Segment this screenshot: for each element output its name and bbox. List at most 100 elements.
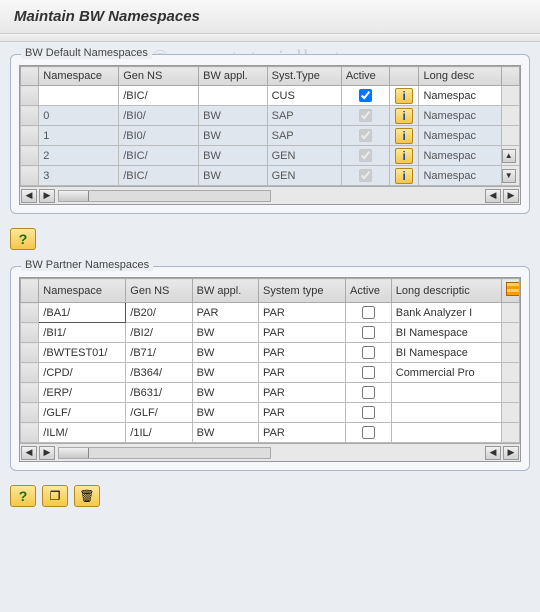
scroll-right-button-2[interactable]: ▶ xyxy=(503,446,519,460)
active-checkbox[interactable] xyxy=(362,306,375,319)
table-row[interactable]: /ERP//B631/BWPAR xyxy=(21,383,520,403)
col-namespace[interactable]: Namespace xyxy=(39,279,126,303)
info-icon[interactable]: i xyxy=(395,108,413,124)
help-button[interactable]: ? xyxy=(10,485,36,507)
info-icon[interactable]: i xyxy=(395,148,413,164)
cell-namespace[interactable]: /BWTEST01/ xyxy=(39,343,126,363)
scroll-right-button-2[interactable]: ▶ xyxy=(503,189,519,203)
cell-namespace[interactable]: /ILM/ xyxy=(39,423,126,443)
col-info[interactable] xyxy=(389,67,419,86)
active-checkbox[interactable] xyxy=(362,326,375,339)
cell-gen-ns[interactable]: /B364/ xyxy=(126,363,192,383)
active-checkbox[interactable] xyxy=(362,366,375,379)
cell-bw-appl[interactable]: BW xyxy=(192,323,258,343)
cell-info[interactable]: i xyxy=(389,86,419,106)
cell-long-desc[interactable]: Namespac xyxy=(419,166,501,186)
cell-bw-appl[interactable]: BW xyxy=(192,383,258,403)
scroll-right-button[interactable]: ▶ xyxy=(39,189,55,203)
active-checkbox[interactable] xyxy=(362,386,375,399)
cell-active[interactable] xyxy=(345,303,391,323)
cell-gen-ns[interactable]: /BIC/ xyxy=(119,146,199,166)
col-namespace[interactable]: Namespace xyxy=(39,67,119,86)
cell-syst-type[interactable]: GEN xyxy=(267,146,341,166)
cell-bw-appl[interactable]: BW xyxy=(199,166,268,186)
active-checkbox[interactable] xyxy=(359,109,372,122)
row-selector[interactable] xyxy=(21,303,39,323)
cell-long-desc[interactable]: BI Namespace xyxy=(391,323,501,343)
table-row[interactable]: 1/BI0/BWSAPiNamespac xyxy=(21,126,520,146)
table-row[interactable]: /BIC/CUS iNamespac xyxy=(21,86,520,106)
cell-system-type[interactable]: PAR xyxy=(259,303,346,323)
row-selector[interactable] xyxy=(21,86,39,106)
active-checkbox[interactable] xyxy=(362,426,375,439)
cell-info[interactable]: i xyxy=(389,126,419,146)
cell-bw-appl[interactable] xyxy=(199,86,268,106)
cell-system-type[interactable]: PAR xyxy=(259,323,346,343)
table-row[interactable]: 2/BIC/BWGENiNamespac▲ xyxy=(21,146,520,166)
scroll-thumb[interactable] xyxy=(59,191,89,201)
row-selector[interactable] xyxy=(21,323,39,343)
cell-active[interactable] xyxy=(341,166,389,186)
table-row[interactable]: /BI1//BI2/BWPARBI Namespace xyxy=(21,323,520,343)
cell-active[interactable] xyxy=(345,323,391,343)
cell-bw-appl[interactable]: BW xyxy=(192,343,258,363)
active-checkbox[interactable] xyxy=(359,149,372,162)
scroll-left-button[interactable]: ◀ xyxy=(21,446,37,460)
row-selector[interactable] xyxy=(21,106,39,126)
cell-gen-ns[interactable]: /BI0/ xyxy=(119,126,199,146)
col-long-desc[interactable]: Long desc xyxy=(419,67,501,86)
cell-gen-ns[interactable]: /BI0/ xyxy=(119,106,199,126)
cell-system-type[interactable]: PAR xyxy=(259,403,346,423)
col-gen-ns[interactable]: Gen NS xyxy=(126,279,192,303)
active-checkbox[interactable] xyxy=(359,169,372,182)
table-row[interactable]: /ILM//1IL/BWPAR xyxy=(21,423,520,443)
cell-gen-ns[interactable]: /BIC/ xyxy=(119,86,199,106)
cell-system-type[interactable]: PAR xyxy=(259,363,346,383)
delete-button[interactable]: 🗑 xyxy=(74,485,100,507)
scroll-track[interactable] xyxy=(58,190,271,202)
cell-long-desc[interactable]: Namespac xyxy=(419,86,501,106)
row-selector[interactable] xyxy=(21,146,39,166)
col-syst-type[interactable]: Syst.Type xyxy=(267,67,341,86)
cell-gen-ns[interactable]: /B71/ xyxy=(126,343,192,363)
cell-syst-type[interactable]: GEN xyxy=(267,166,341,186)
cell-long-desc[interactable]: Bank Analyzer I xyxy=(391,303,501,323)
cell-long-desc[interactable]: Commercial Pro xyxy=(391,363,501,383)
cell-system-type[interactable]: PAR xyxy=(259,383,346,403)
table-row[interactable]: 0/BI0/BWSAPiNamespac xyxy=(21,106,520,126)
row-selector[interactable] xyxy=(21,383,39,403)
row-selector[interactable] xyxy=(21,126,39,146)
active-checkbox[interactable] xyxy=(362,346,375,359)
cell-long-desc[interactable] xyxy=(391,403,501,423)
col-bw-appl[interactable]: BW appl. xyxy=(192,279,258,303)
cell-namespace[interactable]: /BA1/ xyxy=(39,303,126,323)
row-selector[interactable] xyxy=(21,423,39,443)
table-row[interactable]: /BWTEST01//B71/BWPARBI Namespace xyxy=(21,343,520,363)
info-icon[interactable]: i xyxy=(395,168,413,184)
cell-active[interactable] xyxy=(341,146,389,166)
cell-bw-appl[interactable]: BW xyxy=(192,423,258,443)
help-button[interactable]: ? xyxy=(10,228,36,250)
col-system-type[interactable]: System type xyxy=(259,279,346,303)
cell-info[interactable]: i xyxy=(389,106,419,126)
cell-namespace[interactable]: 2 xyxy=(39,146,119,166)
cell-active[interactable] xyxy=(341,86,389,106)
col-gen-ns[interactable]: Gen NS xyxy=(119,67,199,86)
cell-long-desc[interactable] xyxy=(391,383,501,403)
cell-active[interactable] xyxy=(341,126,389,146)
cell-gen-ns[interactable]: /BI2/ xyxy=(126,323,192,343)
col-long-desc[interactable]: Long descriptic xyxy=(391,279,501,303)
cell-system-type[interactable]: PAR xyxy=(259,423,346,443)
cell-gen-ns[interactable]: /B20/ xyxy=(126,303,192,323)
cell-bw-appl[interactable]: BW xyxy=(199,146,268,166)
copy-button[interactable]: ❐ xyxy=(42,485,68,507)
cell-bw-appl[interactable]: BW xyxy=(192,363,258,383)
cell-namespace[interactable]: 0 xyxy=(39,106,119,126)
cell-long-desc[interactable]: Namespac xyxy=(419,106,501,126)
col-active[interactable]: Active xyxy=(341,67,389,86)
cell-bw-appl[interactable]: PAR xyxy=(192,303,258,323)
active-checkbox[interactable] xyxy=(359,129,372,142)
cell-syst-type[interactable]: CUS xyxy=(267,86,341,106)
cell-namespace[interactable]: 3 xyxy=(39,166,119,186)
row-selector[interactable] xyxy=(21,403,39,423)
